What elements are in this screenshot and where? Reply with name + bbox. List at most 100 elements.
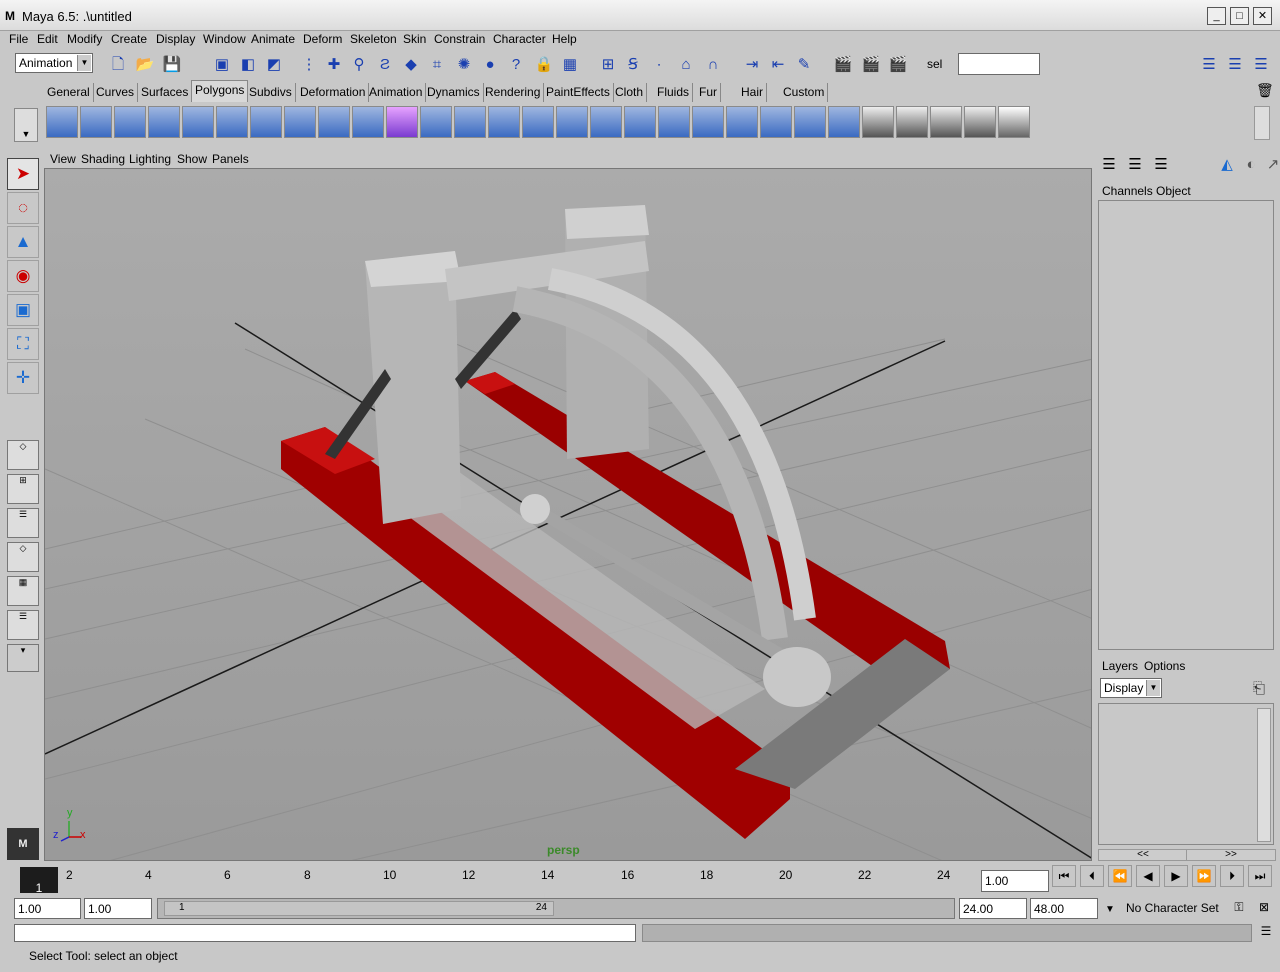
save-scene-icon[interactable]: 💾 (161, 54, 183, 76)
grid-toggle-icon[interactable]: ⊞ (597, 54, 619, 76)
panel-menu-lighting[interactable]: Lighting (129, 152, 171, 166)
tab-cloth[interactable]: Cloth (612, 83, 648, 102)
playback-end-field[interactable]: 24.00 (959, 898, 1027, 919)
poly-cylinder-icon[interactable] (114, 106, 146, 138)
shelf-scrollbar[interactable] (1254, 106, 1270, 140)
sew-uv-icon[interactable] (794, 106, 826, 138)
new-layer-button-icon[interactable]: ⎗ (1248, 678, 1270, 700)
start-time-field[interactable]: 1.00 (14, 898, 81, 919)
range-slider-handle[interactable]: 1 24 (164, 901, 554, 916)
snap-grid-icon[interactable]: ⋮ (298, 54, 320, 76)
menu-edit[interactable]: Edit (37, 32, 58, 46)
tab-animation[interactable]: Animation (366, 83, 427, 102)
open-scene-icon[interactable]: 📂 (134, 54, 156, 76)
attribute-editor-icon[interactable]: ☰ (1198, 54, 1220, 76)
checker-uv-icon[interactable] (896, 106, 928, 138)
step-back-frame-icon[interactable]: ⏴ (1080, 865, 1104, 887)
append-polygon-icon[interactable] (590, 106, 622, 138)
single-perspective-layout-icon[interactable]: ◇ (7, 440, 39, 470)
hypershade-layout-icon[interactable]: ▦ (7, 576, 39, 606)
menu-modify[interactable]: Modify (67, 32, 102, 46)
bevel-icon[interactable] (522, 106, 554, 138)
go-to-end-icon[interactable]: ⏭ (1248, 865, 1272, 887)
menu-deform[interactable]: Deform (303, 32, 342, 46)
close-button[interactable]: ✕ (1253, 7, 1272, 25)
snap-view-icon[interactable]: Ƨ (374, 54, 396, 76)
select-tool-icon[interactable]: ➤ (7, 158, 39, 190)
history-icon[interactable]: ⌗ (426, 54, 448, 76)
select-hierarchy-icon[interactable]: ▣ (211, 54, 233, 76)
render-current-icon[interactable]: 🎬 (860, 54, 882, 76)
layer-menu-layers[interactable]: Layers (1102, 659, 1138, 673)
channel-box-toggle-icon[interactable]: ☰ (1098, 154, 1120, 176)
command-input[interactable] (14, 924, 636, 942)
select-component-icon[interactable]: ◩ (263, 54, 285, 76)
tab-fur[interactable]: Fur (696, 83, 721, 102)
play-forwards-icon[interactable]: ▶ (1164, 865, 1188, 887)
panel-menu-shading[interactable]: Shading (81, 152, 125, 166)
quick-select-field[interactable] (958, 53, 1040, 75)
channel-layer-toggle-icon[interactable]: ☰ (1150, 154, 1172, 176)
channel-list[interactable] (1098, 200, 1274, 650)
checker-map-icon[interactable] (862, 106, 894, 138)
channel-menu-channels[interactable]: Channels (1102, 184, 1153, 198)
poly-sphere-icon[interactable] (46, 106, 78, 138)
select-object-icon[interactable]: ◧ (237, 54, 259, 76)
checker-sphere-icon[interactable] (930, 106, 962, 138)
menu-help[interactable]: Help (552, 32, 577, 46)
display-layer-icon[interactable]: ◐ (1240, 154, 1262, 176)
menu-create[interactable]: Create (111, 32, 147, 46)
tab-painteffects[interactable]: PaintEffects (543, 83, 614, 102)
layer-mode-dropdown[interactable]: Display ▼ (1100, 678, 1162, 698)
panel-menu-view[interactable]: View (50, 152, 76, 166)
maximize-button[interactable]: □ (1230, 7, 1249, 25)
render-settings-icon[interactable]: 🎬 (887, 54, 909, 76)
lock-icon[interactable]: 🔒 (533, 54, 555, 76)
minimize-button[interactable]: _ (1207, 7, 1226, 25)
menu-animate[interactable]: Animate (251, 32, 295, 46)
current-frame-marker[interactable]: 1 (20, 867, 58, 895)
poly-torus-icon[interactable] (216, 106, 248, 138)
menu-window[interactable]: Window (203, 32, 246, 46)
rotate-tool-icon[interactable]: ◉ (7, 260, 39, 292)
move-tool-icon[interactable]: ✛ (7, 362, 39, 394)
tab-custom[interactable]: Custom (780, 83, 829, 102)
current-time-field[interactable]: 1.00 (981, 870, 1049, 892)
tab-dynamics[interactable]: Dynamics (424, 83, 484, 102)
shelf-menu-button[interactable]: ▼ (14, 108, 38, 142)
panel-menu-panels[interactable]: Panels (212, 152, 249, 166)
merge-vertices-icon[interactable] (556, 106, 588, 138)
snap-point-toggle-icon[interactable]: ∙ (648, 54, 670, 76)
auto-key-icon[interactable]: ⚿ (1228, 900, 1250, 920)
input-ops-icon[interactable]: ⇥ (741, 54, 763, 76)
tab-general[interactable]: General (44, 83, 94, 102)
tab-surfaces[interactable]: Surfaces (138, 83, 193, 102)
chevron-down-icon[interactable]: ▼ (1100, 900, 1120, 920)
make-live-icon[interactable]: ◆ (400, 54, 422, 76)
animation-preferences-icon[interactable]: ⊠ (1254, 900, 1274, 920)
character-set-label[interactable]: No Character Set (1126, 901, 1219, 915)
layer-nav-next[interactable]: >> (1186, 849, 1276, 861)
extrude-edge-icon[interactable] (488, 106, 520, 138)
play-backwards-icon[interactable]: ◀ (1136, 865, 1160, 887)
layer-menu-options[interactable]: Options (1144, 659, 1185, 673)
step-back-key-icon[interactable]: ⏪ (1108, 865, 1132, 887)
planar-mapping-icon[interactable] (624, 106, 656, 138)
menu-set-dropdown[interactable]: Animation ▼ (15, 53, 93, 73)
layer-scrollbar[interactable] (1257, 708, 1271, 842)
script-editor-icon[interactable]: ☰ (1257, 924, 1275, 942)
dopesheet-layout-icon[interactable]: ☰ (7, 610, 39, 640)
manipulator-tool-icon[interactable]: ⛶ (7, 328, 39, 360)
cut-uv-icon[interactable] (760, 106, 792, 138)
tool-settings-icon[interactable]: ☰ (1224, 54, 1246, 76)
split-polygon-icon[interactable] (454, 106, 486, 138)
menu-character[interactable]: Character (493, 32, 546, 46)
construction-history-icon[interactable]: ✎ (793, 54, 815, 76)
channel-box-icon[interactable]: ☰ (1250, 54, 1272, 76)
playback-start-field[interactable]: 1.00 (84, 898, 152, 919)
automatic-mapping-icon[interactable] (726, 106, 758, 138)
render-icon[interactable]: ✺ (453, 54, 475, 76)
perspective-viewport[interactable]: y z x persp (44, 168, 1092, 861)
panel-menu-show[interactable]: Show (177, 152, 207, 166)
move-uv-icon[interactable] (828, 106, 860, 138)
